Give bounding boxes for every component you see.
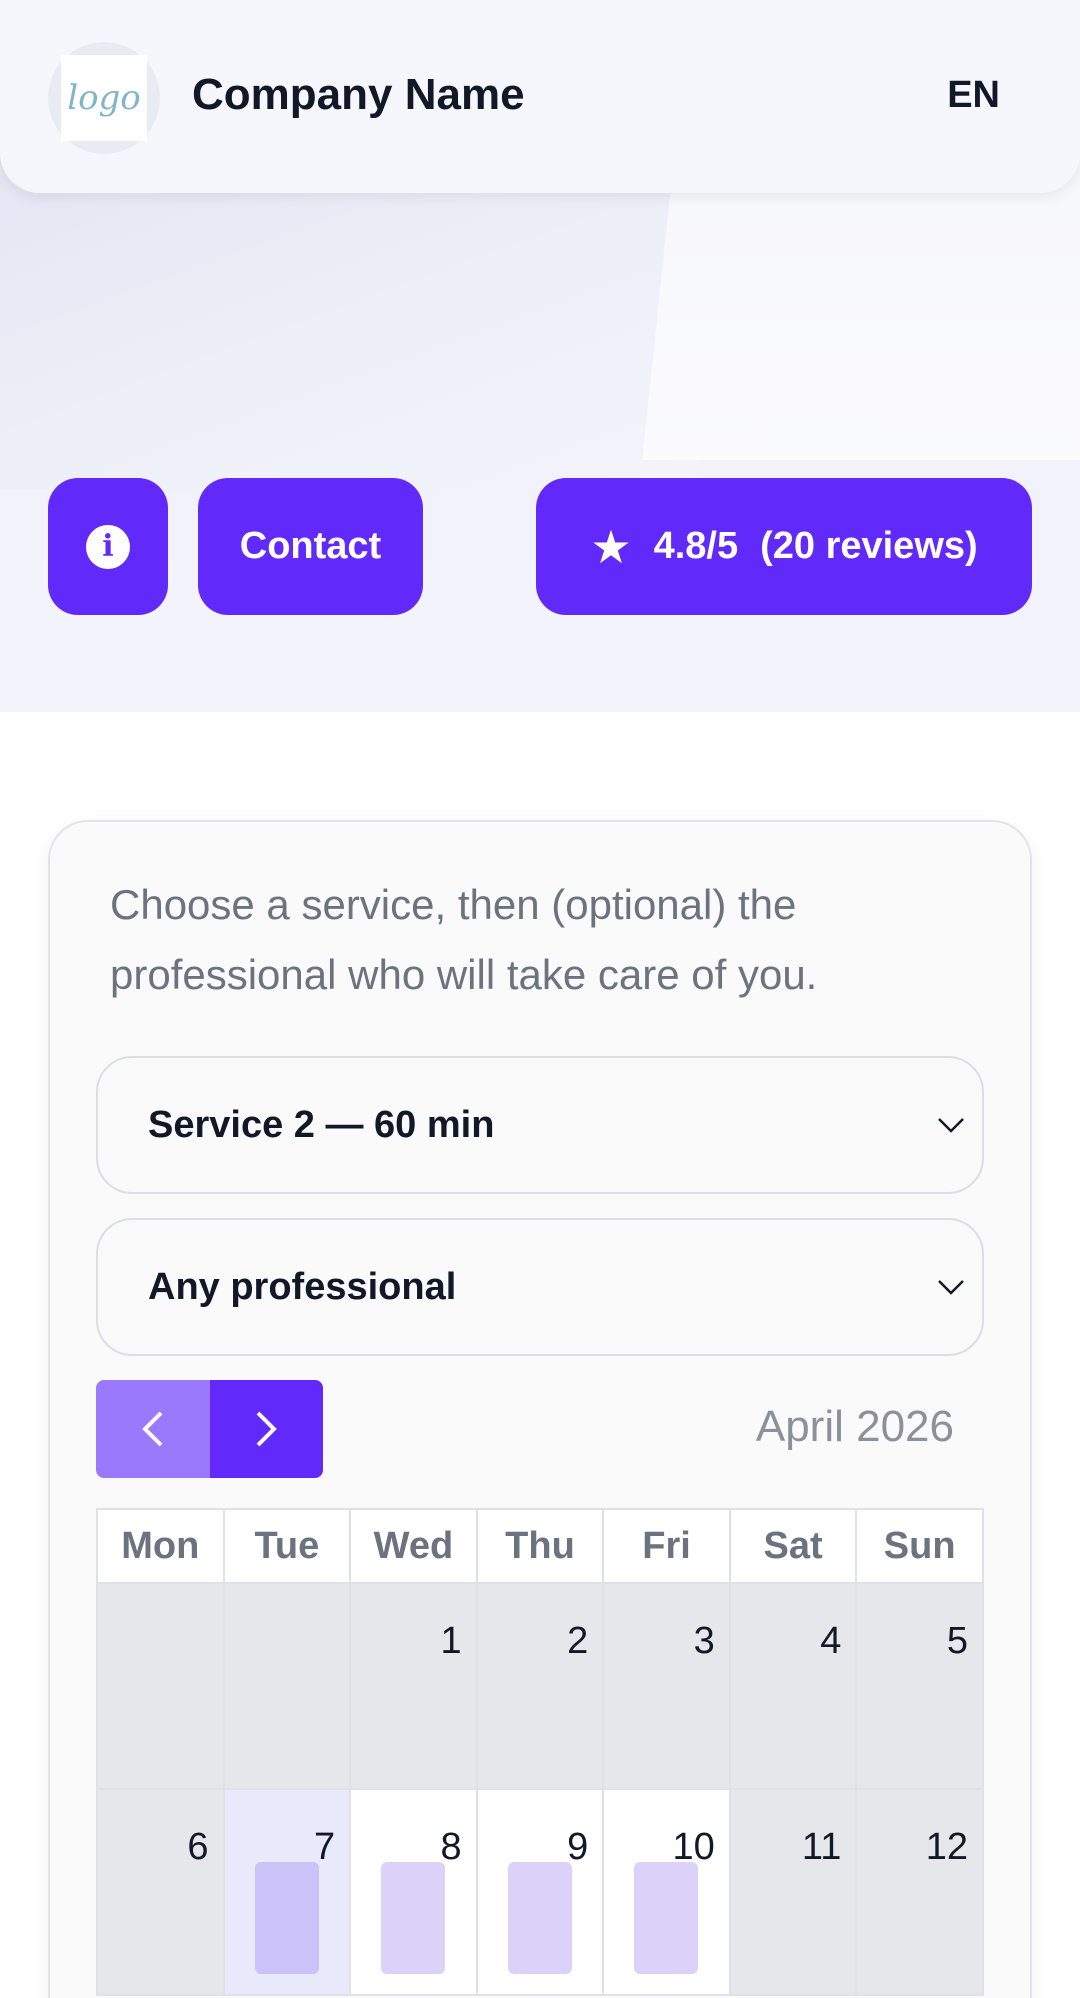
service-select-value: Service 2 — 60 min: [148, 1103, 495, 1146]
weekday-wed: Wed: [349, 1508, 478, 1584]
weekday-sun: Sun: [855, 1508, 984, 1584]
calendar-week-row: 6 7 8 9 10 11 12: [96, 1788, 984, 1996]
chevron-down-icon: [934, 1270, 968, 1304]
calendar-day-number: 9: [567, 1826, 589, 1868]
professional-select-value: Any professional: [148, 1265, 457, 1308]
calendar-day-available[interactable]: 8: [349, 1788, 478, 1996]
calendar-navigation: [96, 1380, 323, 1478]
info-button[interactable]: i: [48, 478, 168, 615]
calendar-day-empty: [222, 1582, 352, 1790]
rating-value: 4.8/5: [653, 525, 739, 567]
calendar-grid: Mon Tue Wed Thu Fri Sat Sun 1 2 3 4 5 6: [96, 1508, 984, 1996]
weekday-header-row: Mon Tue Wed Thu Fri Sat Sun: [96, 1508, 984, 1584]
calendar-day-today[interactable]: 7: [222, 1788, 352, 1996]
calendar-day: 2: [475, 1582, 605, 1790]
service-select[interactable]: Service 2 — 60 min: [96, 1056, 984, 1194]
language-switcher[interactable]: EN: [947, 74, 1000, 117]
booking-intro-text: Choose a service, then (optional) the pr…: [110, 881, 818, 998]
reviews-button[interactable]: ★ 4.8/5 (20 reviews): [536, 478, 1032, 615]
weekday-thu: Thu: [475, 1508, 605, 1584]
calendar-day-number: 12: [925, 1826, 968, 1868]
hero-decor-left: [0, 150, 700, 490]
calendar-day: 5: [855, 1582, 984, 1790]
company-logo[interactable]: logo: [48, 42, 160, 154]
availability-slot[interactable]: [634, 1862, 699, 1974]
calendar-day-number: 8: [440, 1826, 462, 1868]
calendar-day-available[interactable]: 9: [475, 1788, 605, 1996]
reviews-count: (20 reviews): [760, 525, 978, 567]
calendar-week-row: 1 2 3 4 5: [96, 1582, 984, 1790]
chevron-down-icon: [934, 1108, 968, 1142]
previous-month-button[interactable]: [96, 1380, 210, 1478]
calendar-day: 3: [602, 1582, 731, 1790]
calendar-day: 1: [349, 1582, 478, 1790]
calendar-month-label: April 2026: [755, 1402, 954, 1451]
calendar-day-empty: [96, 1582, 225, 1790]
calendar-day-available[interactable]: 10: [602, 1788, 731, 1996]
contact-button[interactable]: Contact: [198, 478, 423, 615]
calendar-day: 12: [855, 1788, 984, 1996]
calendar-day-number: 6: [187, 1826, 209, 1868]
calendar-day: 11: [728, 1788, 858, 1996]
logo-image: logo: [61, 55, 147, 141]
info-icon: i: [86, 524, 130, 569]
chevron-left-icon: [141, 1411, 163, 1447]
availability-slot[interactable]: [381, 1862, 446, 1974]
chevron-right-icon: [256, 1411, 278, 1447]
availability-slot[interactable]: [507, 1862, 572, 1974]
calendar-day-number: 7: [313, 1826, 336, 1868]
company-name: Company Name: [192, 70, 525, 119]
calendar-day-number: 11: [801, 1826, 842, 1868]
calendar-day: 6: [96, 1788, 225, 1996]
weekday-tue: Tue: [222, 1508, 352, 1584]
availability-slot[interactable]: [254, 1862, 319, 1974]
next-month-button[interactable]: [209, 1380, 323, 1478]
contact-button-label: Contact: [239, 525, 382, 567]
weekday-sat: Sat: [728, 1508, 858, 1584]
booking-page: logo Company Name EN i Contact ★ 4.8/5 (…: [0, 0, 1080, 1998]
star-icon: ★: [590, 520, 632, 573]
weekday-fri: Fri: [602, 1508, 731, 1584]
top-header: logo Company Name EN: [0, 0, 1080, 193]
professional-select[interactable]: Any professional: [96, 1218, 984, 1356]
calendar-day: 4: [728, 1582, 858, 1790]
weekday-mon: Mon: [96, 1508, 225, 1584]
